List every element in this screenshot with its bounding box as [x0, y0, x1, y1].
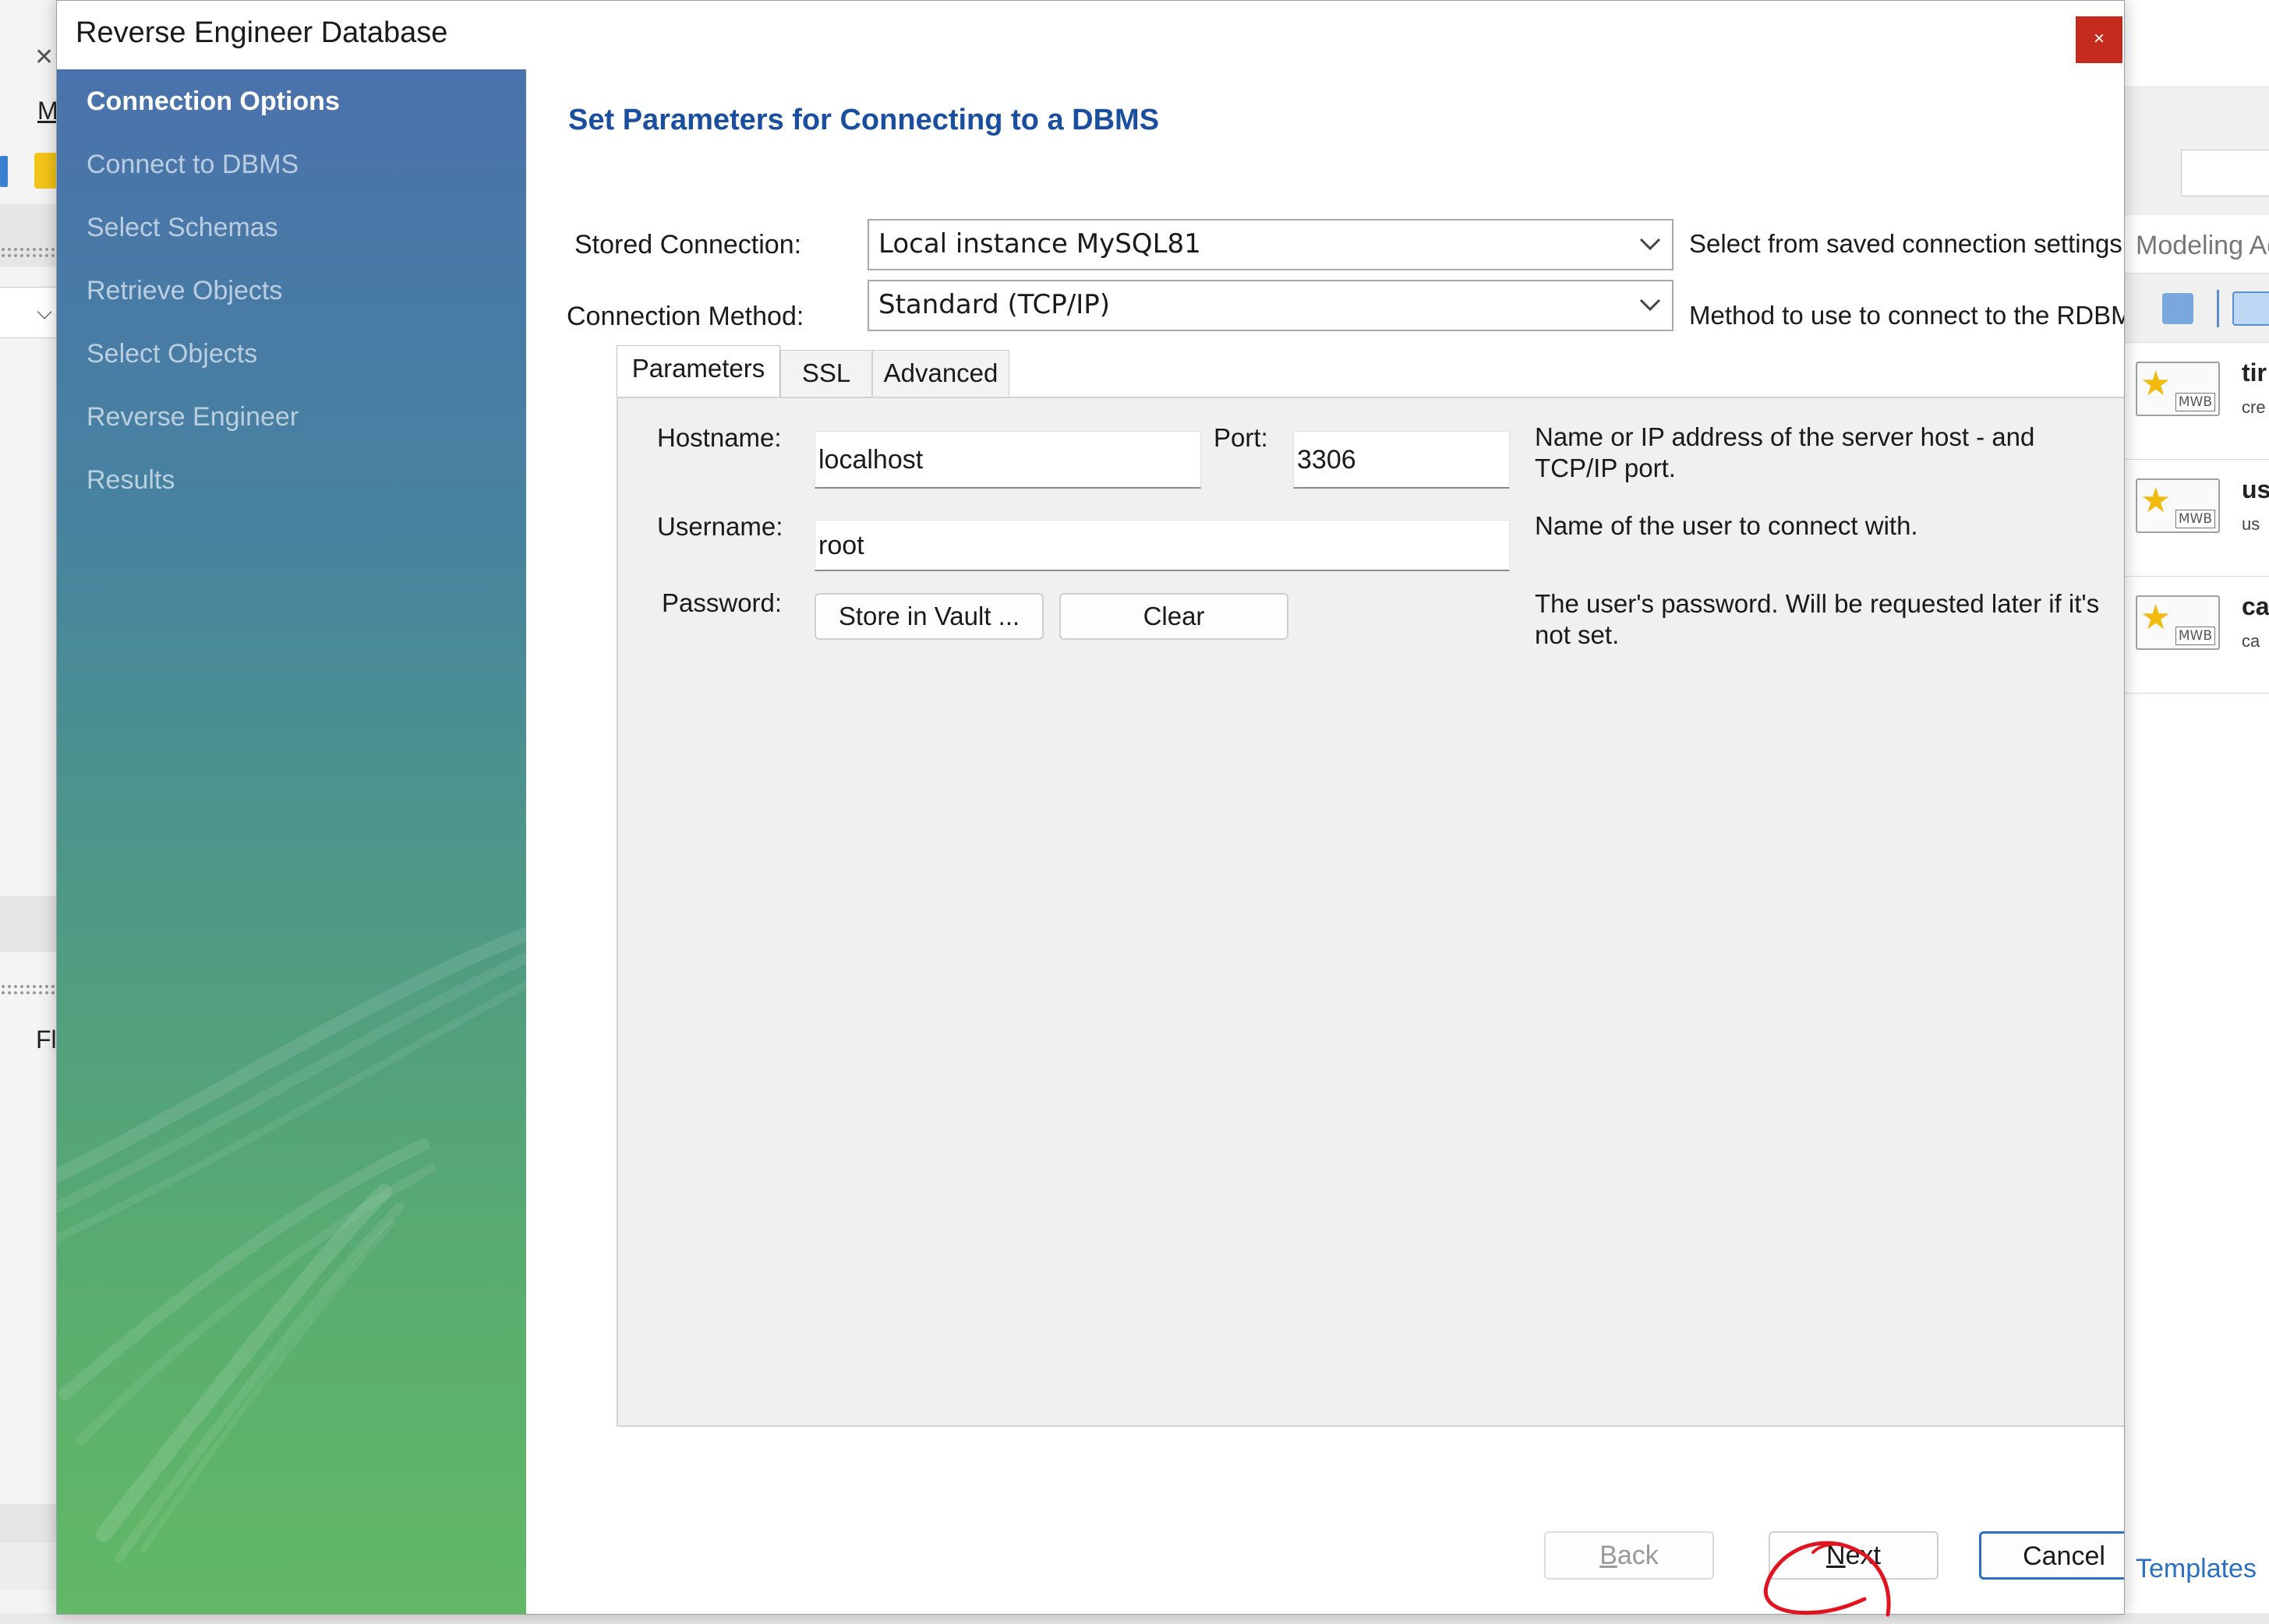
modeling-additions-title: Modeling Ac	[2136, 231, 2269, 260]
template-subtitle: cre	[2242, 397, 2266, 417]
star-icon: ★	[2140, 365, 2172, 403]
wizard-steps-list: Connection Options Connect to DBMS Selec…	[87, 83, 340, 525]
tab-parameters[interactable]: Parameters	[617, 345, 780, 397]
hostname-label: Hostname:	[657, 423, 782, 452]
background-search-input[interactable]	[2181, 150, 2269, 196]
step-connect-to-dbms: Connect to DBMS	[87, 150, 299, 179]
back-button[interactable]: Back	[1544, 1531, 1714, 1580]
mwb-file-icon: ★ MWB	[2136, 595, 2220, 650]
step-select-objects: Select Objects	[87, 339, 258, 369]
background-combo[interactable]: ⌵	[0, 287, 58, 338]
password-label: Password:	[662, 588, 783, 617]
background-tree-item[interactable]: Fl	[36, 1026, 57, 1054]
templates-link[interactable]: Templates	[2136, 1554, 2257, 1584]
stored-connection-select[interactable]: Local instance MySQL81	[868, 219, 1673, 270]
page-title: Set Parameters for Connecting to a DBMS	[568, 104, 1160, 136]
template-item[interactable]: ★ MWB us us	[2125, 460, 2269, 577]
step-reverse-engineer: Reverse Engineer	[87, 402, 299, 432]
calendar-tool-icon[interactable]	[2232, 291, 2269, 326]
template-title: us	[2242, 475, 2269, 503]
mwb-file-icon: ★ MWB	[2136, 478, 2220, 533]
clear-password-button[interactable]: Clear	[1059, 593, 1288, 640]
password-hint-line1: The user's password. Will be requested l…	[1535, 589, 2100, 618]
close-button[interactable]: ×	[2076, 16, 2122, 63]
stored-connection-value: Local instance MySQL81	[878, 228, 1201, 259]
mwb-file-icon: ★ MWB	[2136, 362, 2220, 416]
template-title: tir	[2242, 358, 2267, 387]
toolbar-separator	[2217, 290, 2219, 327]
connection-method-label: Connection Method:	[567, 302, 804, 331]
background-status-strip	[0, 1504, 58, 1543]
step-results: Results	[87, 465, 175, 495]
background-close-icon[interactable]: ✕	[34, 44, 54, 71]
parameters-panel: Hostname: localhost Port: 3306 Name or I…	[617, 397, 2124, 1427]
connection-method-hint: Method to use to connect to the RDBMS	[1689, 301, 2125, 330]
host-hint-line1: Name or IP address of the server host - …	[1535, 422, 2035, 451]
background-toolbar-db-icon[interactable]	[34, 153, 58, 189]
background-section-header	[0, 896, 58, 952]
dialog-content: Set Parameters for Connecting to a DBMS …	[526, 69, 2125, 1614]
background-footer-strip	[0, 1543, 58, 1590]
background-bottom-strip	[0, 1613, 2269, 1624]
background-toolbar-icon[interactable]	[0, 156, 8, 187]
reverse-engineer-dialog: Reverse Engineer Database × Connection O…	[56, 0, 2125, 1615]
template-title: ca	[2242, 592, 2269, 620]
step-connection-options: Connection Options	[87, 86, 340, 116]
hostname-input[interactable]: localhost	[815, 431, 1201, 489]
password-hint-line2: not set.	[1535, 620, 1620, 649]
background-right-panel: Modeling Ac ★ MWB tir cre ★ MWB us us ★ …	[2125, 0, 2269, 1624]
template-subtitle: ca	[2242, 631, 2260, 651]
chevron-down-icon: ⌵	[37, 300, 52, 323]
username-label: Username:	[657, 512, 783, 541]
template-item[interactable]: ★ MWB ca ca	[2125, 577, 2269, 694]
background-splitter-grip-2[interactable]	[0, 983, 58, 994]
store-in-vault-button[interactable]: Store in Vault ...	[815, 593, 1044, 640]
username-input[interactable]: root	[815, 520, 1510, 571]
username-hint: Name of the user to connect with.	[1535, 511, 1918, 540]
chevron-down-icon	[1639, 238, 1661, 251]
background-panel-header	[0, 204, 58, 267]
star-icon: ★	[2140, 482, 2172, 520]
tab-ssl[interactable]: SSL	[780, 350, 872, 397]
next-button[interactable]: Next	[1769, 1531, 1939, 1580]
wizard-steps-sidebar: Connection Options Connect to DBMS Selec…	[57, 69, 526, 1614]
connection-method-select[interactable]: Standard (TCP/IP)	[868, 280, 1673, 331]
stored-connection-label: Stored Connection:	[574, 230, 802, 259]
background-left-panel: ✕ M ⌵ Fl	[0, 0, 58, 1624]
background-splitter-grip[interactable]	[0, 246, 58, 257]
port-input[interactable]: 3306	[1293, 431, 1510, 489]
chevron-down-icon	[1639, 298, 1661, 312]
dialog-titlebar[interactable]: Reverse Engineer Database ×	[57, 1, 2124, 69]
template-tool-icon[interactable]	[2162, 293, 2193, 324]
connection-method-value: Standard (TCP/IP)	[878, 289, 1111, 320]
template-item[interactable]: ★ MWB tir cre	[2125, 343, 2269, 460]
tab-advanced[interactable]: Advanced	[872, 350, 1009, 397]
step-retrieve-objects: Retrieve Objects	[87, 276, 283, 305]
template-subtitle: us	[2242, 514, 2260, 534]
star-icon: ★	[2140, 598, 2172, 637]
host-hint-line2: TCP/IP port.	[1535, 454, 1676, 482]
background-menu-item[interactable]: M	[37, 97, 58, 125]
cancel-button[interactable]: Cancel	[1979, 1531, 2124, 1580]
dialog-title: Reverse Engineer Database	[76, 16, 448, 49]
step-select-schemas: Select Schemas	[87, 213, 278, 242]
stored-connection-hint: Select from saved connection settings	[1689, 229, 2122, 258]
port-label: Port:	[1214, 423, 1268, 452]
